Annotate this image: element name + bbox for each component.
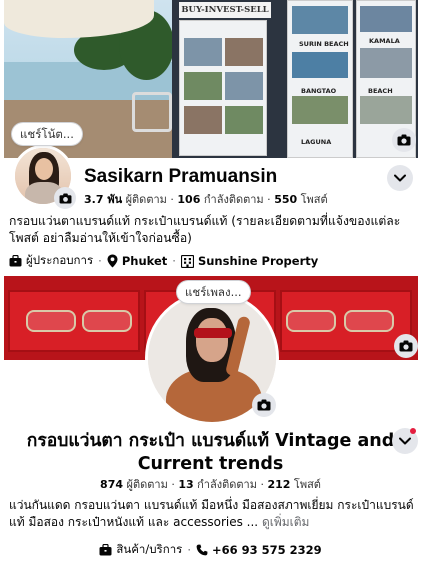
page-bio-text: แว่นกันแดด กรอบแว่นตา แบรนด์แท้ มือหนึ่ง… bbox=[9, 498, 414, 529]
followers-count[interactable]: 3.7 พัน bbox=[84, 193, 122, 206]
chevron-down-icon bbox=[399, 437, 411, 445]
poster-photo bbox=[184, 72, 222, 100]
posts-count: 550 bbox=[274, 193, 298, 206]
share-note-bubble[interactable]: แชร์โน้ต... bbox=[12, 123, 82, 145]
notification-dot bbox=[410, 428, 416, 434]
posts-count: 212 bbox=[267, 478, 291, 491]
page-bio: แว่นกันแดด กรอบแว่นตา แบรนด์แท้ มือหนึ่ง… bbox=[9, 497, 414, 531]
info-role: ผู้ประกอบการ bbox=[9, 252, 93, 270]
poster-photo bbox=[184, 106, 222, 134]
following-count[interactable]: 106 bbox=[177, 193, 200, 206]
edit-profile-picture-button[interactable] bbox=[54, 187, 76, 209]
poster-photo bbox=[292, 6, 348, 34]
eyeglasses bbox=[344, 310, 394, 332]
edit-cover-button[interactable] bbox=[392, 128, 416, 152]
poster-label: KAMALA bbox=[369, 37, 400, 45]
profile-info-row: ผู้ประกอบการ · Phuket · Sunshine Propert… bbox=[9, 252, 318, 270]
page-name: กรอบแว่นตา กระเป๋า แบรนด์แท้ Vintage and… bbox=[26, 431, 395, 474]
poster-photo bbox=[225, 106, 263, 134]
info-category: สินค้า/บริการ bbox=[99, 541, 182, 559]
phone-icon bbox=[196, 544, 208, 556]
see-more-link[interactable]: ดูเพิ่มเติม bbox=[262, 515, 310, 529]
chevron-down-icon bbox=[394, 174, 406, 182]
camera-icon bbox=[397, 134, 411, 146]
eyeglasses bbox=[286, 310, 336, 332]
building-icon bbox=[180, 254, 194, 268]
poster-label: BANGTAO bbox=[301, 87, 337, 95]
camera-icon bbox=[399, 340, 413, 352]
eyeglasses bbox=[82, 310, 132, 332]
chair bbox=[132, 92, 172, 132]
info-phone[interactable]: +66 93 575 2329 bbox=[196, 543, 322, 557]
poster-label: BEACH bbox=[368, 87, 393, 95]
poster-photo bbox=[292, 52, 348, 78]
poster-photo bbox=[360, 6, 412, 32]
location-pin-icon bbox=[107, 254, 118, 268]
poster-photo bbox=[184, 38, 222, 66]
share-song-bubble[interactable]: แชร์เพลง... bbox=[177, 281, 250, 303]
poster-photo bbox=[360, 48, 412, 78]
following-count[interactable]: 13 bbox=[178, 478, 193, 491]
poster-photo bbox=[292, 96, 348, 124]
poster-photo bbox=[360, 96, 412, 124]
poster-label: LAGUNA bbox=[301, 138, 332, 146]
page-info-row: สินค้า/บริการ · +66 93 575 2329 bbox=[0, 541, 421, 559]
followers-count[interactable]: 874 bbox=[100, 478, 123, 491]
edit-profile-picture-button[interactable] bbox=[252, 393, 276, 417]
poster-photo bbox=[225, 38, 263, 66]
profile-bio: กรอบแว่นตาแบรนด์แท้ กระเป๋าแบรนด์แท้ (รา… bbox=[9, 214, 401, 245]
camera-icon bbox=[59, 192, 71, 204]
profile-menu-button[interactable] bbox=[387, 165, 413, 191]
board-sign: BUY-INVEST-SELL bbox=[179, 2, 271, 18]
camera-icon bbox=[257, 399, 271, 411]
poster-photo bbox=[225, 72, 263, 100]
page-stats: 874 ผู้ติดตาม · 13 กำลังติดตาม · 212 โพส… bbox=[100, 478, 321, 491]
edit-cover-button[interactable] bbox=[394, 334, 418, 358]
poster-label: SURIN BEACH bbox=[299, 40, 349, 48]
info-location[interactable]: Phuket bbox=[107, 254, 167, 268]
profile-name: Sasikarn Pramuansin bbox=[84, 166, 278, 187]
briefcase-icon bbox=[9, 255, 22, 267]
briefcase-icon bbox=[99, 544, 112, 556]
eyeglasses bbox=[26, 310, 76, 332]
profile-stats: 3.7 พัน ผู้ติดตาม · 106 กำลังติดตาม · 55… bbox=[84, 193, 328, 206]
info-workplace[interactable]: Sunshine Property bbox=[180, 254, 318, 268]
